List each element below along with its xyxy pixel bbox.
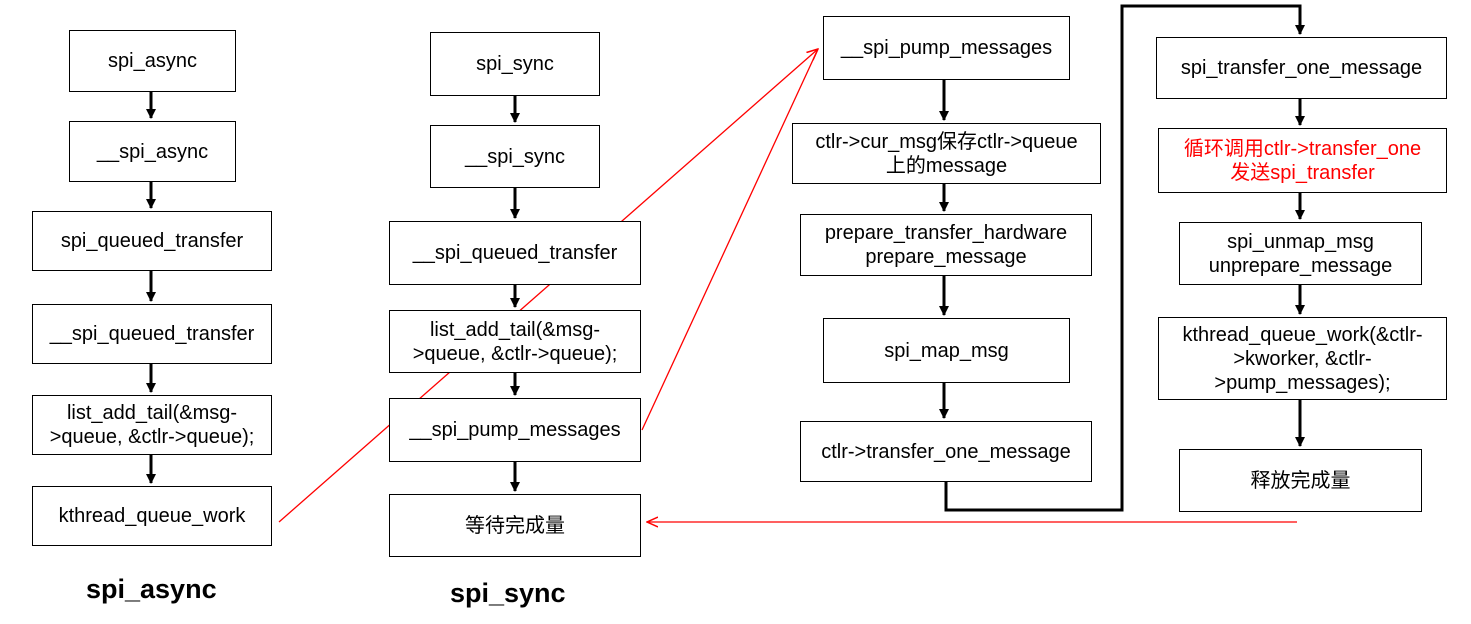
transfer-step-kthread-queue-work: kthread_queue_work(&ctlr- >kworker, &ctl… bbox=[1158, 317, 1447, 400]
sync-step-3-text: __spi_queued_transfer bbox=[412, 242, 618, 264]
red-link-sync-pump-to-pump bbox=[641, 48, 819, 431]
pump-step-2-line-2: 上的message bbox=[885, 154, 1008, 177]
sync-step-5-text: __spi_pump_messages bbox=[409, 419, 621, 441]
sync-step-list-add-tail: list_add_tail(&msg- >queue, &ctlr->queue… bbox=[389, 310, 641, 373]
async-step-3-text: spi_queued_transfer bbox=[60, 230, 244, 252]
pump-step-map-msg: spi_map_msg bbox=[823, 318, 1070, 383]
sync-step-internal-spi-sync: __spi_sync bbox=[430, 125, 600, 188]
async-step-6-text: kthread_queue_work bbox=[58, 505, 246, 527]
sync-step-internal-queued-transfer: __spi_queued_transfer bbox=[389, 221, 641, 285]
pump-step-pump-messages: __spi_pump_messages bbox=[823, 16, 1070, 80]
async-step-4-text: __spi_queued_transfer bbox=[49, 323, 255, 345]
sync-caption: spi_sync bbox=[450, 578, 566, 608]
transfer-step-one-message: spi_transfer_one_message bbox=[1156, 37, 1447, 99]
transfer-step-loop-transfer-one: 循环调用ctlr->transfer_one 发送spi_transfer bbox=[1158, 128, 1447, 193]
async-step-spi-queued-transfer: spi_queued_transfer bbox=[32, 211, 272, 271]
pump-step-cur-msg: ctlr->cur_msg保存ctlr->queue 上的message bbox=[792, 123, 1101, 184]
pump-step-prepare: prepare_transfer_hardware prepare_messag… bbox=[800, 214, 1092, 276]
pump-step-5-text: ctlr->transfer_one_message bbox=[821, 440, 1071, 463]
sync-step-wait-completion: 等待完成量 bbox=[389, 494, 641, 557]
pump-step-4-text: spi_map_msg bbox=[884, 339, 1009, 362]
transfer-step-4-line-1: kthread_queue_work(&ctlr- bbox=[1182, 323, 1423, 346]
transfer-step-release-completion: 释放完成量 bbox=[1179, 449, 1422, 512]
transfer-step-5-text: 释放完成量 bbox=[1250, 469, 1351, 492]
async-step-1-text: spi_async bbox=[108, 50, 197, 72]
sync-step-2-text: __spi_sync bbox=[464, 145, 566, 168]
sync-step-pump-messages: __spi_pump_messages bbox=[389, 398, 641, 462]
transfer-step-1-text: spi_transfer_one_message bbox=[1180, 57, 1423, 79]
pump-step-3-line-2: prepare_message bbox=[865, 246, 1027, 268]
transfer-step-3-line-1: spi_unmap_msg bbox=[1227, 230, 1374, 253]
transfer-step-4-line-2: >kworker, &ctlr- bbox=[1233, 347, 1372, 370]
async-step-5-line-2: >queue, &ctlr->queue); bbox=[49, 426, 255, 448]
sync-step-4-line-1: list_add_tail(&msg- bbox=[429, 318, 601, 341]
transfer-step-2-line-2: 发送spi_transfer bbox=[1230, 161, 1375, 184]
async-caption: spi_async bbox=[86, 574, 217, 604]
pump-step-3-line-1: prepare_transfer_hardware bbox=[824, 222, 1068, 244]
async-step-kthread-queue-work: kthread_queue_work bbox=[32, 486, 272, 546]
transfer-step-unmap: spi_unmap_msg unprepare_message bbox=[1179, 222, 1422, 285]
sync-step-1-text: spi_sync bbox=[476, 53, 554, 75]
async-step-internal-spi-async: __spi_async bbox=[69, 121, 236, 182]
async-step-internal-queued-transfer: __spi_queued_transfer bbox=[32, 304, 272, 364]
async-step-5-line-1: list_add_tail(&msg- bbox=[66, 402, 238, 424]
sync-step-spi-sync: spi_sync bbox=[430, 32, 600, 96]
transfer-step-2-line-1: 循环调用ctlr->transfer_one bbox=[1183, 137, 1422, 160]
pump-step-transfer-one-message: ctlr->transfer_one_message bbox=[800, 421, 1092, 482]
async-step-spi-async: spi_async bbox=[69, 30, 236, 92]
transfer-step-3-line-2: unprepare_message bbox=[1208, 254, 1393, 277]
async-step-list-add-tail: list_add_tail(&msg- >queue, &ctlr->queue… bbox=[32, 395, 272, 455]
pump-step-1-text: __spi_pump_messages bbox=[840, 37, 1053, 59]
sync-step-6-text: 等待完成量 bbox=[465, 514, 565, 537]
pump-step-2-line-1: ctlr->cur_msg保存ctlr->queue bbox=[815, 130, 1078, 153]
transfer-step-4-line-3: >pump_messages); bbox=[1214, 371, 1391, 394]
sync-step-4-line-2: >queue, &ctlr->queue); bbox=[412, 342, 618, 365]
async-step-2-text: __spi_async bbox=[96, 140, 209, 163]
